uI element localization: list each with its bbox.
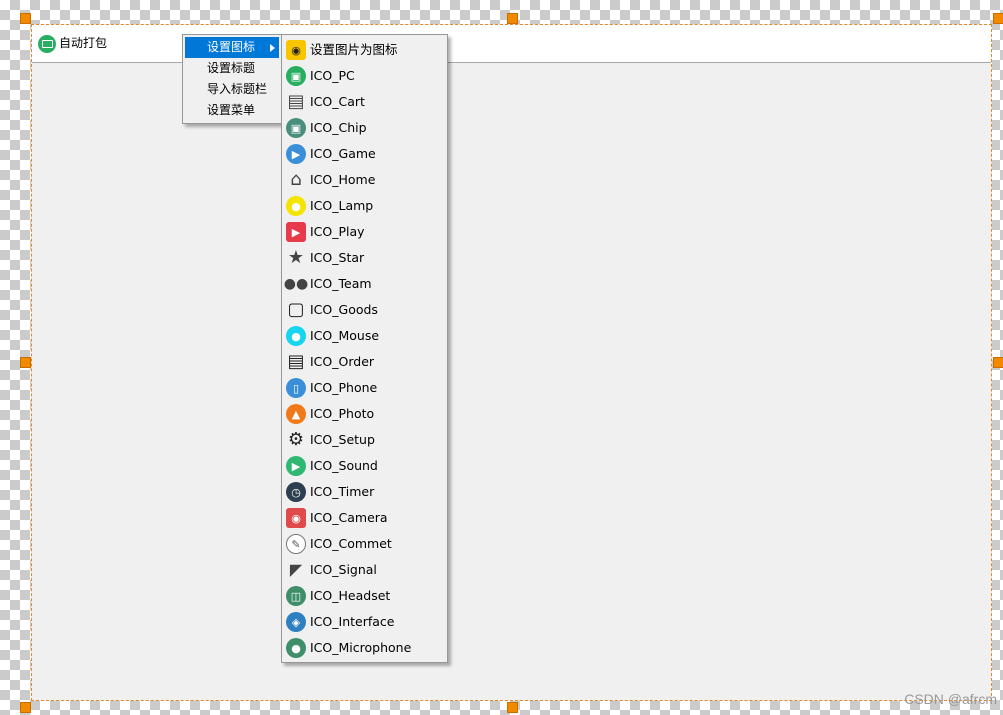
photo-icon: ▲ xyxy=(286,404,306,424)
team-icon: ●● xyxy=(283,276,309,292)
submenu-item-label: ICO_Star xyxy=(310,250,365,265)
interface-icon: ◈ xyxy=(286,612,306,632)
submenu-item-label: ICO_PC xyxy=(310,68,355,83)
submenu-item-label: ICO_Phone xyxy=(310,380,378,395)
submenu-arrow-icon xyxy=(270,44,275,52)
context-menu: 设置图标 设置标题 导入标题栏 设置菜单 xyxy=(182,34,282,124)
pc-monitor-icon xyxy=(38,35,56,53)
menu-item-set-title[interactable]: 设置标题 xyxy=(185,58,279,79)
submenu-item-ico-setup[interactable]: ⚙ ICO_Setup xyxy=(282,427,447,453)
submenu-item-ico-signal[interactable]: ◤ ICO_Signal xyxy=(282,557,447,583)
window-titlebar[interactable]: 自动打包 xyxy=(32,25,991,63)
submenu-item-label: ICO_Goods xyxy=(310,302,378,317)
game-icon: ▶ xyxy=(286,144,306,164)
home-icon: ⌂ xyxy=(290,169,302,190)
submenu-item-ico-headset[interactable]: ◫ ICO_Headset xyxy=(282,583,447,609)
submenu-item-ico-microphone[interactable]: ● ICO_Microphone xyxy=(282,635,447,661)
star-icon: ★ xyxy=(287,247,305,268)
submenu-item-ico-cart[interactable]: ▤ ICO_Cart xyxy=(282,89,447,115)
setup-icon: ⚙ xyxy=(287,429,305,450)
submenu-item-ico-photo[interactable]: ▲ ICO_Photo xyxy=(282,401,447,427)
submenu-item-ico-camera[interactable]: ◉ ICO_Camera xyxy=(282,505,447,531)
image-folder-icon: ◉ xyxy=(286,40,306,60)
submenu-item-label: ICO_Headset xyxy=(310,588,391,603)
submenu-item-label: ICO_Camera xyxy=(310,510,388,525)
menu-item-label: 设置菜单 xyxy=(207,103,256,117)
submenu-item-label: ICO_Play xyxy=(310,224,365,239)
play-icon: ▶ xyxy=(286,222,306,242)
timer-icon: ◷ xyxy=(286,482,306,502)
menu-item-import-titlebar[interactable]: 导入标题栏 xyxy=(185,79,279,100)
menu-item-set-icon[interactable]: 设置图标 xyxy=(185,37,279,58)
menu-item-label: 导入标题栏 xyxy=(207,82,268,96)
submenu-item-label: ICO_Commet xyxy=(310,536,392,551)
submenu-item-ico-chip[interactable]: ▣ ICO_Chip xyxy=(282,115,447,141)
submenu-item-ico-timer[interactable]: ◷ ICO_Timer xyxy=(282,479,447,505)
comment-icon: ✎ xyxy=(286,534,306,554)
submenu-item-label: ICO_Setup xyxy=(310,432,375,447)
resize-handle-bottom-center[interactable] xyxy=(507,702,518,713)
resize-handle-top-left[interactable] xyxy=(20,13,31,24)
submenu-item-ico-game[interactable]: ▶ ICO_Game xyxy=(282,141,447,167)
submenu-item-label: ICO_Signal xyxy=(310,562,377,577)
submenu-item-ico-home[interactable]: ⌂ ICO_Home xyxy=(282,167,447,193)
mouse-icon: ● xyxy=(286,326,306,346)
submenu-item-label: ICO_Sound xyxy=(310,458,378,473)
headset-icon: ◫ xyxy=(286,586,306,606)
signal-icon: ◤ xyxy=(289,560,303,579)
submenu-item-label: ICO_Mouse xyxy=(310,328,380,343)
resize-handle-middle-right[interactable] xyxy=(993,357,1003,368)
submenu-item-label: ICO_Game xyxy=(310,146,376,161)
cart-icon: ▤ xyxy=(287,91,305,112)
submenu-item-label: ICO_Microphone xyxy=(310,640,412,655)
submenu-item-ico-team[interactable]: ●● ICO_Team xyxy=(282,271,447,297)
menu-item-set-menu[interactable]: 设置菜单 xyxy=(185,100,279,121)
submenu-item-ico-goods[interactable]: ▢ ICO_Goods xyxy=(282,297,447,323)
sound-icon: ▶ xyxy=(286,456,306,476)
microphone-icon: ● xyxy=(286,638,306,658)
submenu-item-ico-interface[interactable]: ◈ ICO_Interface xyxy=(282,609,447,635)
submenu-item-label: ICO_Team xyxy=(310,276,372,291)
pc-icon: ▣ xyxy=(286,66,306,86)
submenu-item-ico-star[interactable]: ★ ICO_Star xyxy=(282,245,447,271)
order-icon: ▤ xyxy=(287,351,305,372)
window-title: 自动打包 xyxy=(59,36,108,50)
submenu-item-ico-lamp[interactable]: ● ICO_Lamp xyxy=(282,193,447,219)
resize-handle-top-right[interactable] xyxy=(993,13,1003,24)
submenu-item-label: ICO_Timer xyxy=(310,484,375,499)
submenu-item-label: ICO_Cart xyxy=(310,94,365,109)
submenu-item-ico-order[interactable]: ▤ ICO_Order xyxy=(282,349,447,375)
submenu-item-label: ICO_Lamp xyxy=(310,198,374,213)
design-window[interactable]: 自动打包 xyxy=(31,24,992,701)
phone-icon: ▯ xyxy=(286,378,306,398)
submenu-item-ico-play[interactable]: ▶ ICO_Play xyxy=(282,219,447,245)
menu-item-label: 设置图标 xyxy=(207,40,256,54)
submenu-item-label: ICO_Order xyxy=(310,354,375,369)
submenu-item-ico-sound[interactable]: ▶ ICO_Sound xyxy=(282,453,447,479)
submenu-item-ico-commet[interactable]: ✎ ICO_Commet xyxy=(282,531,447,557)
resize-handle-middle-left[interactable] xyxy=(20,357,31,368)
submenu-item-label: ICO_Photo xyxy=(310,406,375,421)
chip-icon: ▣ xyxy=(286,118,306,138)
submenu-item-label: 设置图片为图标 xyxy=(310,42,398,57)
resize-handle-bottom-left[interactable] xyxy=(20,702,31,713)
submenu-item-ico-mouse[interactable]: ● ICO_Mouse xyxy=(282,323,447,349)
icon-submenu: ◉ 设置图片为图标 ▣ ICO_PC ▤ ICO_Cart ▣ ICO_Chip… xyxy=(281,34,448,663)
goods-icon: ▢ xyxy=(287,299,305,320)
submenu-item-label: ICO_Interface xyxy=(310,614,395,629)
camera-icon: ◉ xyxy=(286,508,306,528)
submenu-item-ico-phone[interactable]: ▯ ICO_Phone xyxy=(282,375,447,401)
submenu-item-label: ICO_Chip xyxy=(310,120,367,135)
submenu-item-ico-pc[interactable]: ▣ ICO_PC xyxy=(282,63,447,89)
submenu-item-label: ICO_Home xyxy=(310,172,376,187)
watermark: CSDN @afrcm xyxy=(904,691,997,707)
resize-handle-top-center[interactable] xyxy=(507,13,518,24)
submenu-item-set-image-icon[interactable]: ◉ 设置图片为图标 xyxy=(282,37,447,63)
menu-item-label: 设置标题 xyxy=(207,61,256,75)
lamp-icon: ● xyxy=(286,196,306,216)
